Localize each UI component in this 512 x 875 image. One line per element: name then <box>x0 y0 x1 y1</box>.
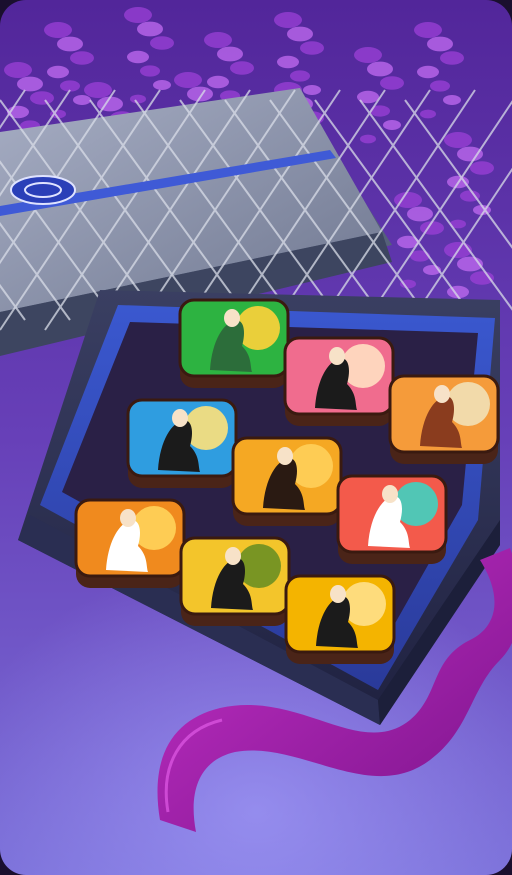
chocolate-pink-court-lady <box>283 336 395 426</box>
product-image <box>0 0 512 875</box>
lid-knot-emblem <box>10 175 76 205</box>
chocolate-amber-lady-robe <box>231 436 343 526</box>
chocolate-orange-poet <box>74 498 186 588</box>
chocolate-coral-waves <box>336 474 448 564</box>
chocolate-green-landscape <box>178 298 290 388</box>
chocolate-gold-nobleman <box>284 574 396 664</box>
chocolate-gift-box-illustration <box>0 0 512 875</box>
chocolate-orange-court-lady <box>388 374 500 464</box>
chocolate-blue-lady-back <box>126 398 238 488</box>
chocolate-olive-nobleman <box>179 536 291 626</box>
